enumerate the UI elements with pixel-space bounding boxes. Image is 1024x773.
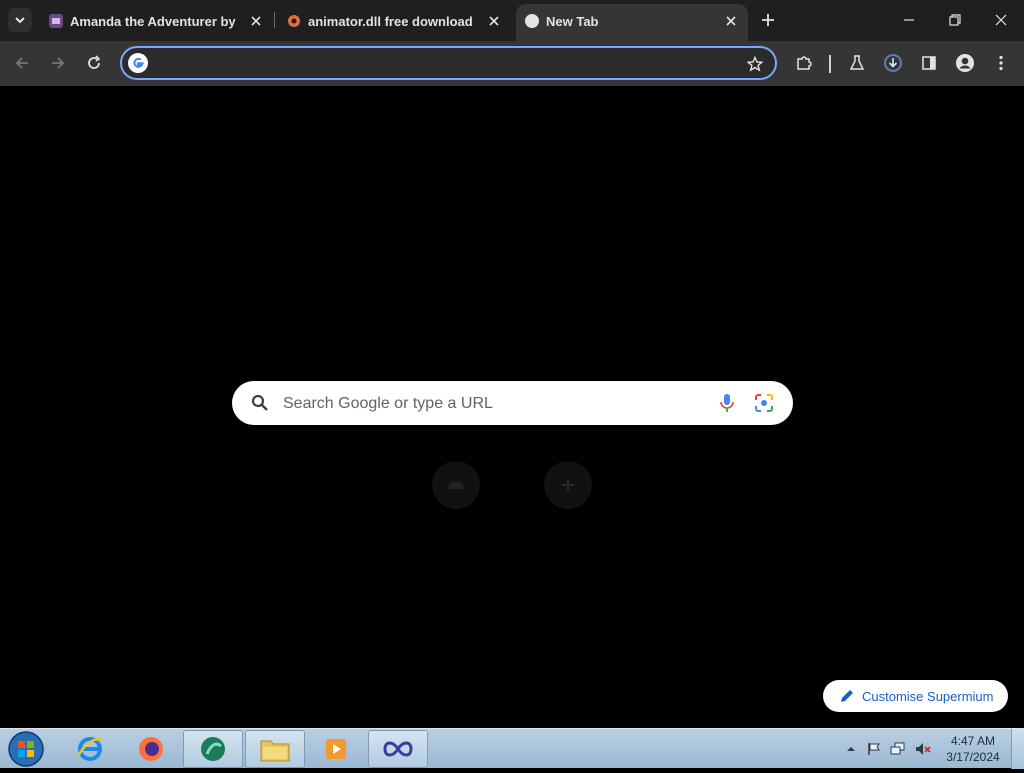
reload-button[interactable]	[83, 52, 105, 74]
media-player-icon	[326, 739, 346, 759]
taskbar-file-explorer[interactable]	[245, 730, 305, 768]
taskbar-infinity-app[interactable]	[368, 730, 428, 768]
google-icon	[128, 53, 148, 73]
customise-button[interactable]: Customise Supermium	[823, 680, 1008, 712]
minimize-button[interactable]	[897, 8, 921, 32]
firefox-icon	[139, 737, 163, 761]
start-button[interactable]	[6, 730, 46, 768]
kebab-menu-icon	[999, 55, 1003, 71]
download-progress-icon	[884, 54, 902, 72]
labs-button[interactable]	[846, 52, 868, 74]
address-bar[interactable]	[120, 46, 777, 80]
new-tab-favicon-icon	[525, 14, 539, 28]
arrow-right-icon	[52, 57, 65, 69]
tab-search-button[interactable]	[8, 8, 32, 32]
volume-muted-icon	[916, 743, 931, 755]
reload-icon	[88, 55, 101, 69]
minimize-icon	[904, 19, 914, 21]
windows-orb-icon	[8, 731, 44, 767]
shortcut-tile[interactable]	[432, 461, 480, 509]
restore-icon	[949, 14, 961, 26]
restore-button[interactable]	[943, 8, 967, 32]
chevron-down-icon	[15, 17, 25, 24]
tab-amanda[interactable]: Amanda the Adventurer by Dr	[40, 4, 272, 41]
menu-button[interactable]	[990, 52, 1012, 74]
bookmark-star-icon[interactable]	[745, 54, 765, 74]
tray-action-center[interactable]	[866, 741, 882, 757]
tab-title: New Tab	[546, 14, 599, 29]
customise-label: Customise Supermium	[862, 689, 994, 704]
taskbar-internet-explorer[interactable]	[60, 730, 120, 768]
new-tab-button[interactable]	[758, 10, 778, 30]
close-icon[interactable]	[723, 13, 739, 29]
side-panel-icon	[922, 56, 936, 70]
flask-icon	[849, 55, 865, 70]
plus-icon	[762, 14, 774, 26]
folder-icon	[260, 740, 290, 762]
search-icon	[251, 394, 268, 411]
tab-title: animator.dll free download | D	[308, 14, 474, 29]
tab-new-tab[interactable]: New Tab	[516, 4, 748, 41]
show-desktop-button[interactable]	[1011, 729, 1024, 769]
clock-time: 4:47 AM	[950, 734, 996, 748]
flag-icon	[868, 743, 880, 755]
close-icon[interactable]	[486, 13, 502, 29]
puzzle-icon	[797, 56, 812, 70]
tab-animator-dll[interactable]: animator.dll free download | D	[278, 4, 510, 41]
tray-network[interactable]	[890, 741, 906, 757]
clock-date: 3/17/2024	[946, 750, 1000, 764]
microphone-icon[interactable]	[716, 392, 738, 414]
back-button[interactable]	[11, 52, 33, 74]
tab-separator	[274, 12, 275, 28]
tab-strip: Amanda the Adventurer by Dr animator.dll…	[0, 0, 1024, 41]
tab-title: Amanda the Adventurer by Dr	[70, 14, 240, 29]
network-icon	[890, 742, 905, 755]
browser-toolbar	[0, 41, 1024, 86]
google-search-box[interactable]: Search Google or type a URL	[232, 381, 793, 425]
taskbar: 4:47 AM 3/17/2024	[0, 728, 1024, 769]
profile-button[interactable]	[954, 52, 976, 74]
forward-button[interactable]	[47, 52, 69, 74]
new-tab-page: Search Google or type a URL Customise Su…	[0, 86, 1024, 728]
taskbar-clock[interactable]: 4:47 AM 3/17/2024	[940, 733, 1006, 765]
extensions-button[interactable]	[793, 52, 815, 74]
plus-icon	[562, 479, 574, 491]
media-app-icon	[201, 737, 225, 761]
tray-volume[interactable]	[915, 741, 931, 757]
taskbar-firefox[interactable]	[121, 730, 181, 768]
arrow-left-icon	[15, 57, 28, 69]
avatar-icon	[956, 54, 974, 72]
google-lens-icon[interactable]	[753, 392, 775, 414]
toolbar-divider	[829, 55, 831, 73]
chevron-up-icon	[847, 747, 855, 751]
search-placeholder: Search Google or type a URL	[283, 395, 493, 412]
close-icon	[995, 14, 1007, 26]
infinity-icon	[383, 741, 413, 757]
close-icon[interactable]	[248, 13, 264, 29]
game-favicon-icon	[49, 14, 63, 28]
close-window-button[interactable]	[989, 8, 1013, 32]
add-shortcut-button[interactable]	[544, 461, 592, 509]
pencil-icon	[841, 690, 853, 702]
internet-explorer-icon	[76, 737, 103, 761]
download-button[interactable]	[882, 52, 904, 74]
tray-overflow-button[interactable]	[843, 741, 859, 757]
side-panel-button[interactable]	[918, 52, 940, 74]
site-favicon-icon	[448, 481, 464, 489]
taskbar-media-app[interactable]	[183, 730, 243, 768]
taskbar-media-player[interactable]	[306, 730, 366, 768]
gear-favicon-icon	[288, 15, 300, 27]
address-input[interactable]	[158, 52, 738, 74]
